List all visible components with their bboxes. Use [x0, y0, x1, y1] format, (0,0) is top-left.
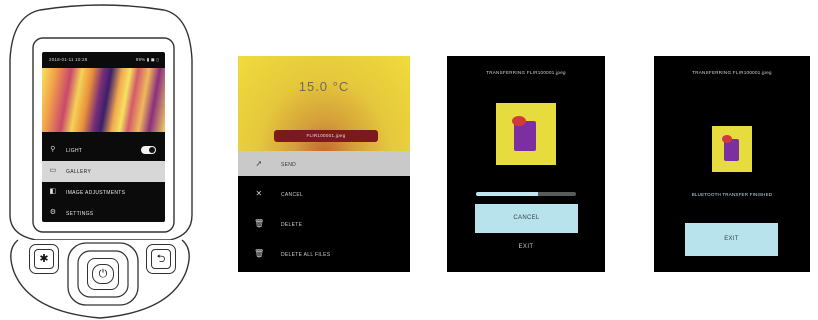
- menu-item-light[interactable]: ⚲ LIGHT: [42, 140, 165, 161]
- cancel-button[interactable]: CANCEL: [475, 204, 578, 233]
- power-icon: ⏻: [98, 268, 108, 280]
- progress-fill: [476, 192, 538, 196]
- thermal-preview: [238, 56, 410, 160]
- laser-icon: ✱: [39, 253, 49, 265]
- device-screen: 2018-01-11 10:28 99% ▮ ◼ ▯ ⚲ LIGHT ▭ GAL…: [42, 52, 165, 222]
- bulb-icon: ⚲: [50, 146, 56, 153]
- laser-button[interactable]: ✱: [29, 244, 59, 274]
- transfer-heading: TRANSFERRING FLIR100001.jpeg: [486, 70, 566, 75]
- transferring-screen: TRANSFERRING FLIR100001.jpeg CANCEL EXIT: [447, 56, 605, 272]
- menu-item-label: DELETE: [281, 222, 303, 228]
- status-indicators: 99% ▮ ◼ ▯: [135, 57, 159, 62]
- menu-item-label: GALLERY: [66, 169, 92, 175]
- thermal-image: [42, 68, 165, 132]
- menu-item-label: DELETE ALL FILES: [281, 252, 331, 258]
- menu-item-gallery[interactable]: ▭ GALLERY: [42, 161, 165, 182]
- menu-item-label: SEND: [281, 162, 297, 168]
- image-thumbnail: [712, 126, 752, 172]
- exit-button[interactable]: EXIT: [447, 244, 605, 250]
- back-arrow-icon: ⮌: [156, 253, 166, 265]
- menu-item-settings[interactable]: ⚙ SETTINGS: [42, 203, 165, 222]
- send-menu-screen: 15.0 °C FLIR100001.jpeg ➚ SEND ✕ CANCEL …: [238, 56, 410, 272]
- transfer-finished-screen: TRANSFERRING FLIR100001.jpeg BLUETOOTH T…: [654, 56, 810, 272]
- thermal-camera-device: 2018-01-11 10:28 99% ▮ ◼ ▯ ⚲ LIGHT ▭ GAL…: [0, 0, 200, 320]
- spot-temperature: 15.0 °C: [298, 79, 350, 94]
- trash-icon: 🗑: [254, 249, 265, 258]
- menu-item-delete-all[interactable]: 🗑 DELETE ALL FILES: [238, 241, 410, 266]
- menu-item-delete[interactable]: 🗑 DELETE: [238, 211, 410, 236]
- image-adjust-icon: ◧: [49, 188, 57, 195]
- menu-item-cancel[interactable]: ✕ CANCEL: [238, 181, 410, 206]
- power-button[interactable]: ⏻: [87, 258, 119, 290]
- gallery-icon: ▭: [49, 167, 57, 174]
- file-name-badge: FLIR100001.jpeg: [274, 130, 378, 142]
- menu-item-image-adjustments[interactable]: ◧ IMAGE ADJUSTMENTS: [42, 182, 165, 203]
- status-datetime: 2018-01-11 10:28: [49, 57, 88, 62]
- menu-item-label: CANCEL: [281, 192, 304, 198]
- exit-button[interactable]: EXIT: [685, 223, 778, 256]
- transfer-progress-bar: [476, 192, 576, 196]
- image-thumbnail: [496, 103, 556, 165]
- menu-item-label: IMAGE ADJUSTMENTS: [66, 190, 126, 196]
- menu-item-label: LIGHT: [66, 148, 83, 154]
- send-icon: ➚: [255, 159, 263, 168]
- transfer-heading: TRANSFERRING FLIR100001.jpeg: [692, 70, 772, 75]
- menu-item-label: SETTINGS: [66, 211, 94, 217]
- cancel-x-icon: ✕: [255, 189, 263, 198]
- back-button[interactable]: ⮌: [146, 244, 176, 274]
- trash-icon: 🗑: [254, 219, 265, 228]
- transfer-finished-message: BLUETOOTH TRANSFER FINISHED: [691, 192, 773, 197]
- light-toggle[interactable]: [141, 146, 156, 154]
- menu-item-send[interactable]: ➚ SEND: [238, 151, 410, 176]
- settings-gear-icon: ⚙: [49, 209, 57, 216]
- status-bar: 2018-01-11 10:28 99% ▮ ◼ ▯: [42, 52, 165, 66]
